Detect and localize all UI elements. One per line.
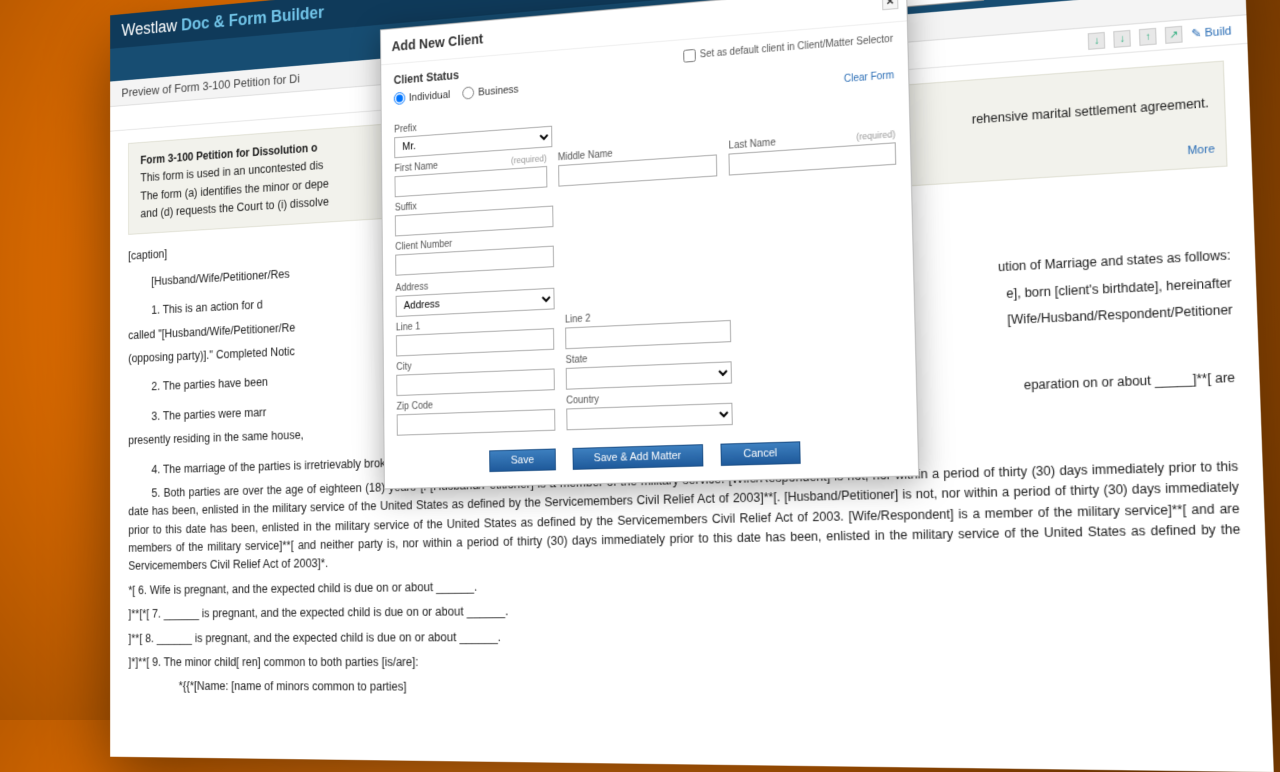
country-select[interactable] (566, 403, 733, 431)
radio-individual[interactable]: Individual (394, 88, 451, 105)
close-icon[interactable]: ✕ (882, 0, 898, 10)
save-add-matter-button[interactable]: Save & Add Matter (572, 444, 704, 470)
line1-input[interactable] (396, 328, 554, 356)
client-status-label: Client Status (394, 68, 459, 87)
city-input[interactable] (396, 368, 555, 396)
radio-business[interactable]: Business (463, 83, 519, 100)
state-select[interactable] (566, 361, 732, 389)
zip-input[interactable] (397, 409, 556, 436)
modal-overlay: Add New Client ✕ Client Status Set as de… (110, 0, 1274, 772)
add-client-modal: Add New Client ✕ Client Status Set as de… (380, 0, 919, 489)
cancel-button[interactable]: Cancel (721, 441, 800, 466)
save-button[interactable]: Save (490, 449, 556, 473)
